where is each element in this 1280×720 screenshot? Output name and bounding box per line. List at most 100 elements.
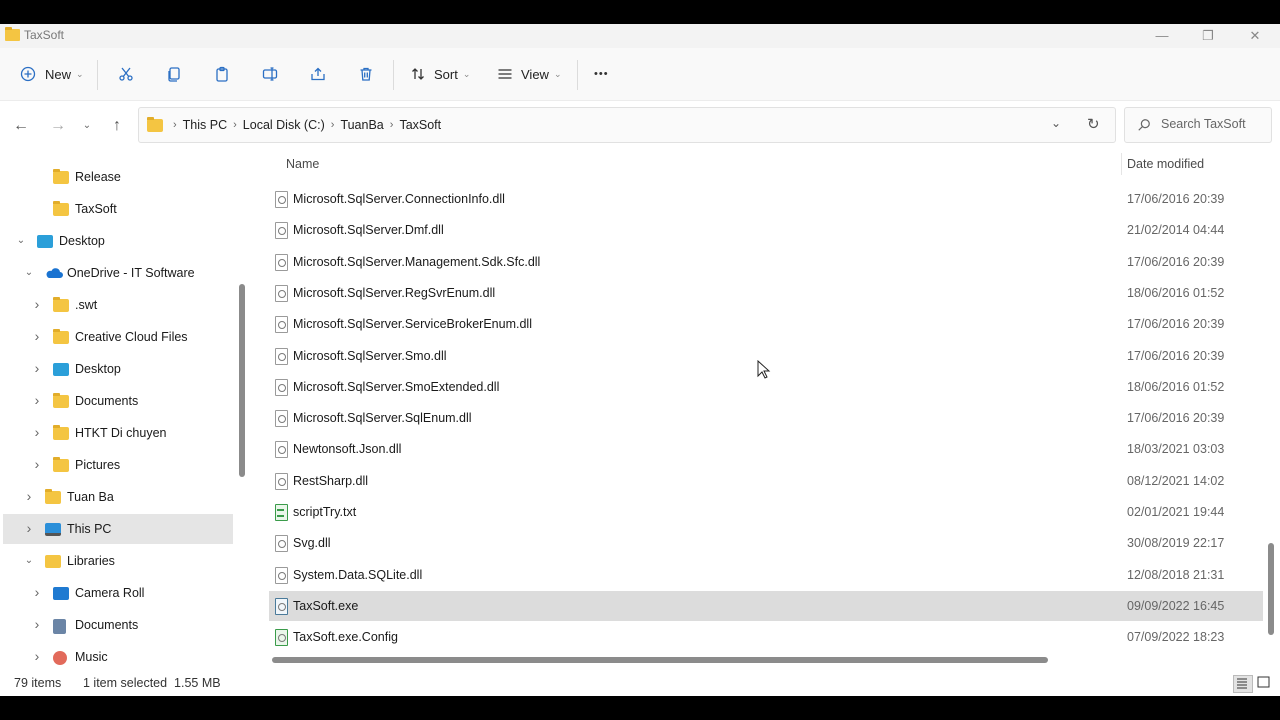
- large-icons-view-button[interactable]: [1256, 675, 1274, 691]
- folder-icon: [53, 169, 69, 184]
- scrollbar-thumb[interactable]: [239, 284, 245, 477]
- chevron-down-icon[interactable]: ⌄: [23, 267, 35, 278]
- up-button[interactable]: ↑: [107, 116, 127, 136]
- sidebar-item[interactable]: ⌄ Desktop: [3, 226, 233, 256]
- file-date-modified: 17/06/2016 20:39: [1127, 254, 1225, 269]
- file-row[interactable]: Microsoft.SqlServer.Dmf.dll 21/02/2014 04…: [269, 215, 1263, 245]
- chevron-right-icon[interactable]: ›: [31, 616, 43, 632]
- sort-button[interactable]: Sort ⌄: [410, 62, 470, 86]
- dll-file-icon: [275, 566, 288, 584]
- sidebar-item[interactable]: ⌄ OneDrive - IT Software: [3, 258, 233, 288]
- folder-icon: [53, 393, 69, 408]
- sidebar-item[interactable]: ⌄ Libraries: [3, 546, 233, 576]
- column-header-name[interactable]: Name: [286, 157, 319, 171]
- refresh-button[interactable]: ↻: [1087, 115, 1100, 133]
- file-row[interactable]: TaxSoft.exe.Config 07/09/2022 18:23: [269, 622, 1263, 652]
- column-divider[interactable]: [1121, 153, 1122, 175]
- scrollbar-thumb[interactable]: [272, 657, 1048, 663]
- address-row: ← → ⌄ ↑ › This PC › Local Disk (C:) › Tu…: [0, 101, 1280, 151]
- file-row[interactable]: TaxSoft.exe 09/09/2022 16:45: [269, 590, 1263, 621]
- sidebar-item[interactable]: › Documents: [3, 610, 233, 640]
- breadcrumb-this-pc[interactable]: This PC: [179, 118, 231, 132]
- chevron-right-icon: ›: [389, 119, 394, 131]
- file-date-modified: 08/12/2021 14:02: [1127, 473, 1225, 488]
- chevron-right-icon[interactable]: ›: [31, 584, 43, 600]
- sidebar-item[interactable]: TaxSoft: [3, 194, 233, 224]
- file-row[interactable]: scriptTry.txt 02/01/2021 19:44: [269, 497, 1263, 527]
- file-name: Microsoft.SqlServer.ServiceBrokerEnum.dl…: [293, 317, 532, 332]
- sidebar-item[interactable]: › Camera Roll: [3, 578, 233, 608]
- minimize-button[interactable]: —: [1147, 26, 1177, 46]
- details-view-button[interactable]: [1233, 675, 1253, 693]
- sidebar-item[interactable]: › Documents: [3, 386, 233, 416]
- file-date-modified: 17/06/2016 20:39: [1127, 317, 1225, 332]
- file-row[interactable]: Newtonsoft.Json.dll 18/03/2021 03:03: [269, 434, 1263, 464]
- view-button[interactable]: View ⌄: [497, 62, 562, 86]
- file-name: Microsoft.SqlServer.RegSvrEnum.dll: [293, 285, 496, 300]
- more-options-button[interactable]: •••: [594, 62, 609, 86]
- back-button[interactable]: ←: [11, 116, 31, 136]
- dll-file-icon: [275, 441, 288, 459]
- paste-button[interactable]: [214, 62, 230, 86]
- chevron-right-icon[interactable]: ›: [31, 456, 43, 472]
- file-row[interactable]: Microsoft.SqlServer.Management.Sdk.Sfc.d…: [269, 247, 1263, 277]
- file-list-scrollbar[interactable]: [1265, 151, 1279, 671]
- search-input[interactable]: [1159, 116, 1267, 132]
- camera-roll-icon: [53, 587, 69, 600]
- chevron-right-icon[interactable]: ›: [31, 648, 43, 664]
- sidebar-item[interactable]: › Music: [3, 642, 233, 671]
- file-row[interactable]: Microsoft.SqlServer.SqlEnum.dll 17/06/201…: [269, 403, 1263, 433]
- onedrive-icon: [45, 267, 63, 280]
- chevron-right-icon[interactable]: ›: [23, 520, 35, 536]
- chevron-right-icon[interactable]: ›: [31, 328, 43, 344]
- breadcrumb-tuanba[interactable]: TuanBa: [336, 118, 387, 132]
- file-row[interactable]: Svg.dll 30/08/2019 22:17: [269, 528, 1263, 558]
- rename-button[interactable]: [262, 62, 278, 86]
- sidebar-item[interactable]: › Tuan Ba: [3, 482, 233, 512]
- chevron-down-icon[interactable]: ⌄: [23, 555, 35, 566]
- chevron-down-icon[interactable]: ⌄: [15, 235, 27, 246]
- sidebar-item[interactable]: › Creative Cloud Files: [3, 322, 233, 352]
- address-bar[interactable]: › This PC › Local Disk (C:) › TuanBa › T…: [138, 107, 1116, 143]
- breadcrumb-taxsoft[interactable]: TaxSoft: [395, 118, 445, 132]
- forward-button[interactable]: →: [48, 116, 68, 136]
- desktop-icon: [37, 235, 53, 248]
- file-row[interactable]: Microsoft.SqlServer.ServiceBrokerEnum.dl…: [269, 309, 1263, 339]
- folder-icon: [53, 329, 69, 344]
- sidebar-item[interactable]: › This PC: [3, 514, 233, 544]
- libraries-icon: [45, 555, 61, 568]
- restore-button[interactable]: ❐: [1193, 26, 1223, 46]
- recent-locations-button[interactable]: ⌄: [77, 116, 97, 136]
- breadcrumb-local-disk[interactable]: Local Disk (C:): [239, 118, 329, 132]
- column-header-date-modified[interactable]: Date modified: [1127, 157, 1204, 171]
- file-date-modified: 18/06/2016 01:52: [1127, 379, 1225, 394]
- share-button[interactable]: [310, 62, 326, 86]
- chevron-right-icon[interactable]: ›: [31, 360, 43, 376]
- address-history-button[interactable]: ⌄: [1051, 116, 1061, 130]
- copy-button[interactable]: [166, 62, 182, 86]
- chevron-right-icon[interactable]: ›: [31, 296, 43, 312]
- sidebar-item[interactable]: › Desktop: [3, 354, 233, 384]
- chevron-right-icon[interactable]: ›: [31, 424, 43, 440]
- desktop-icon: [53, 363, 69, 376]
- cut-button[interactable]: [118, 62, 134, 86]
- close-button[interactable]: ✕: [1240, 26, 1270, 46]
- new-button[interactable]: New ⌄: [20, 62, 84, 86]
- sidebar-item[interactable]: › .swt: [3, 290, 233, 320]
- navigation-pane-scrollbar[interactable]: [236, 151, 250, 671]
- file-row[interactable]: Microsoft.SqlServer.RegSvrEnum.dll 18/06/…: [269, 278, 1263, 308]
- horizontal-scrollbar[interactable]: [255, 652, 1265, 666]
- chevron-right-icon[interactable]: ›: [23, 488, 35, 504]
- chevron-right-icon[interactable]: ›: [31, 392, 43, 408]
- scrollbar-thumb[interactable]: [1268, 543, 1274, 635]
- file-row[interactable]: Microsoft.SqlServer.ConnectionInfo.dll 17…: [269, 184, 1263, 214]
- sidebar-item-label: HTKT Di chuyen: [75, 426, 167, 440]
- dll-file-icon: [275, 284, 288, 302]
- file-row[interactable]: RestSharp.dll 08/12/2021 14:02: [269, 466, 1263, 496]
- delete-button[interactable]: [358, 62, 374, 86]
- sidebar-item[interactable]: Release: [3, 162, 233, 192]
- file-name: Newtonsoft.Json.dll: [293, 442, 402, 457]
- sidebar-item[interactable]: › HTKT Di chuyen: [3, 418, 233, 448]
- sidebar-item[interactable]: › Pictures: [3, 450, 233, 480]
- file-row[interactable]: System.Data.SQLite.dll 12/08/2018 21:31: [269, 560, 1263, 590]
